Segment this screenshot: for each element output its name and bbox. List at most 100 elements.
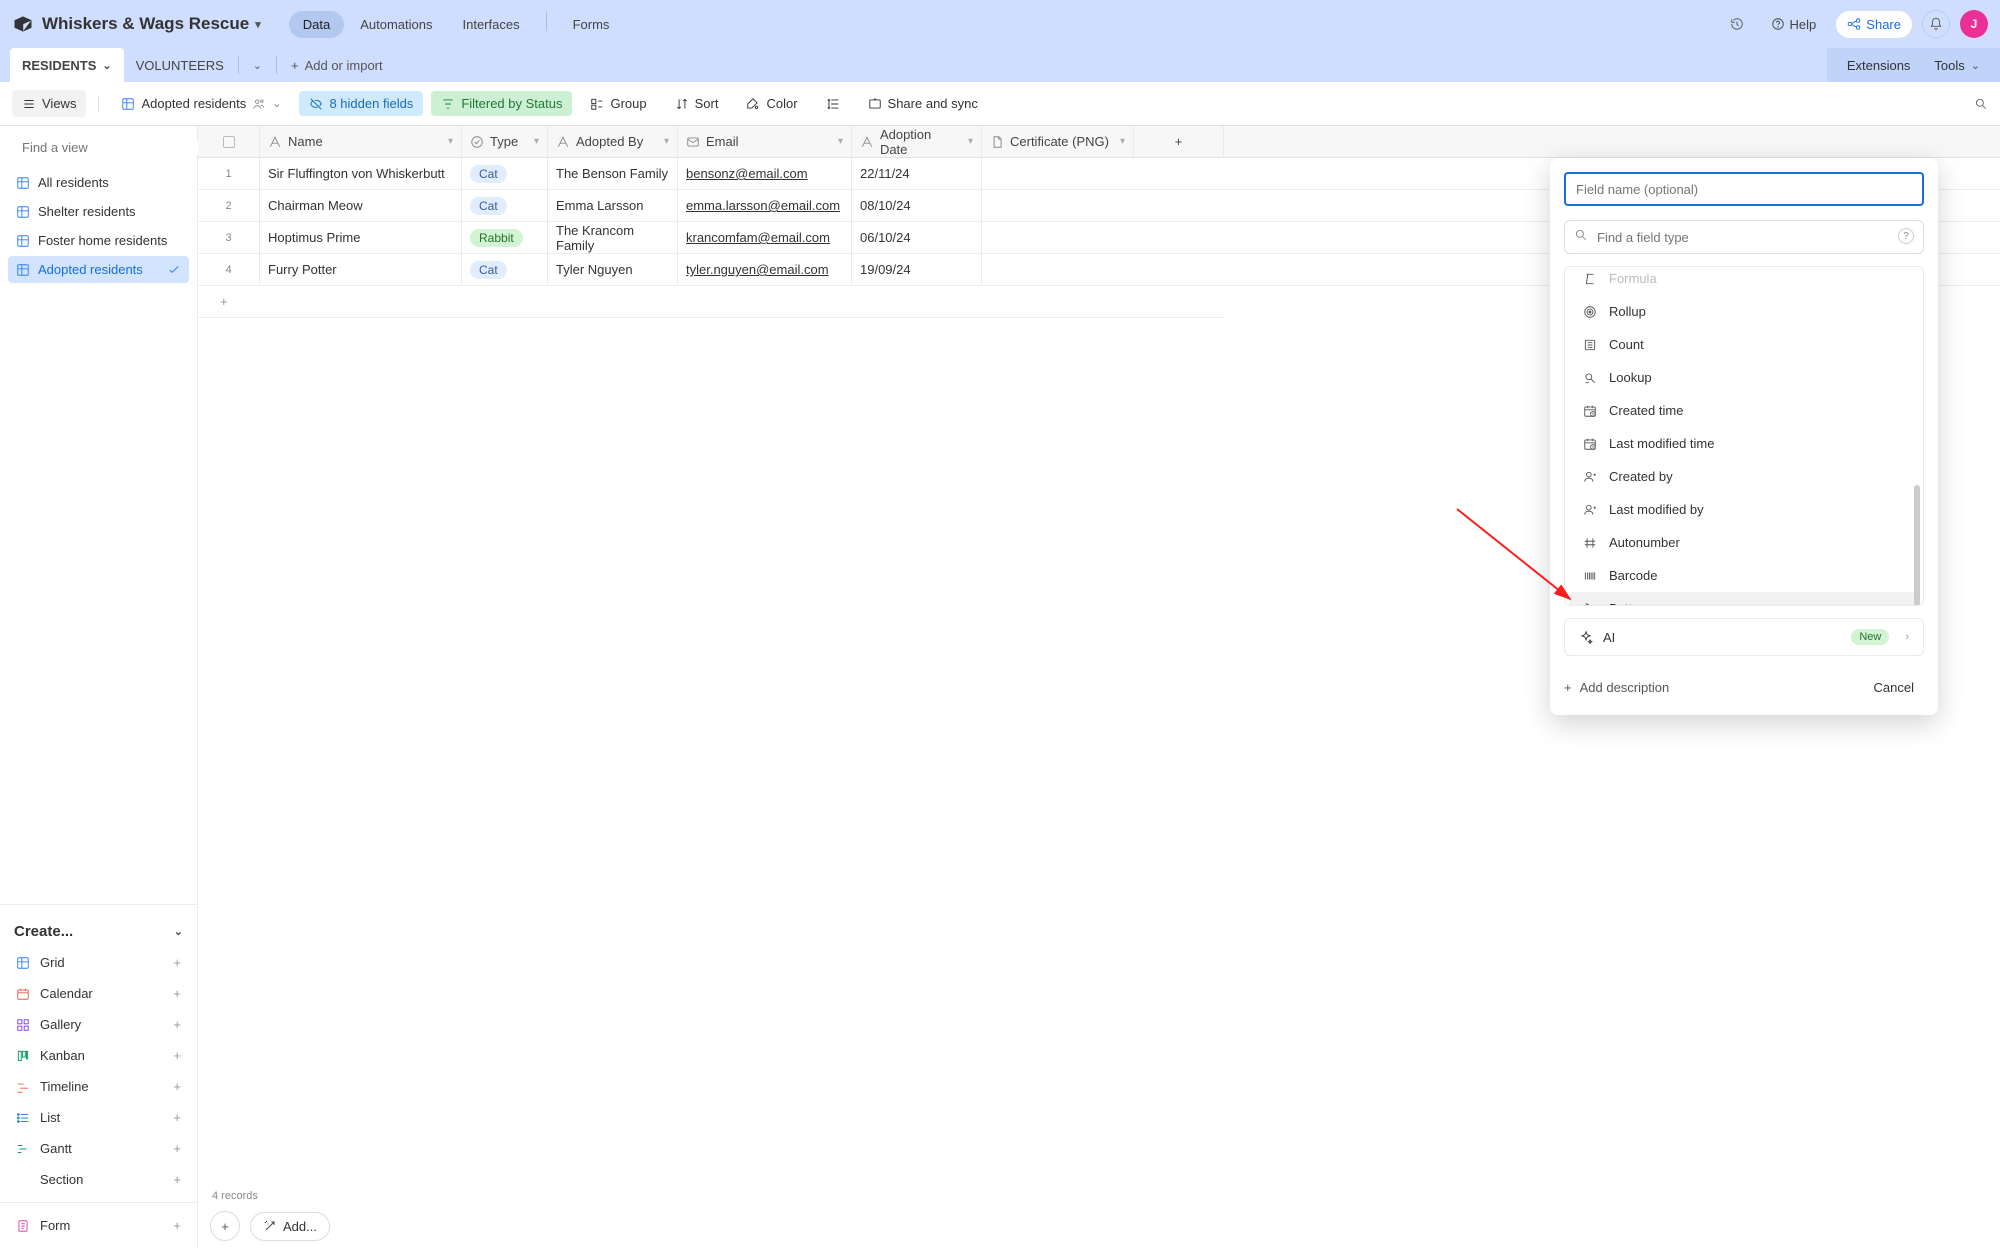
col-email[interactable]: Email▾ [678, 126, 852, 157]
add-description-button[interactable]: + Add description [1564, 680, 1669, 695]
cell-name[interactable]: Furry Potter [260, 254, 462, 285]
cell-date[interactable]: 08/10/24 [852, 190, 982, 221]
field-type-search[interactable] [1564, 220, 1924, 254]
cell-date[interactable]: 06/10/24 [852, 222, 982, 253]
tab-forms[interactable]: Forms [559, 11, 624, 38]
cell-name[interactable]: Hoptimus Prime [260, 222, 462, 253]
cell-email[interactable]: krancomfam@email.com [678, 222, 852, 253]
field-type-autonumber[interactable]: Autonumber [1569, 526, 1919, 559]
share-button[interactable]: Share [1836, 11, 1912, 38]
scrollbar-thumb[interactable] [1914, 485, 1920, 606]
field-type-last-modified-by[interactable]: Last modified by [1569, 493, 1919, 526]
filter-button[interactable]: Filtered by Status [431, 91, 572, 116]
cell-type[interactable]: Cat [462, 190, 548, 221]
tab-automations[interactable]: Automations [346, 11, 446, 38]
footer-add-button[interactable]: Add... [250, 1212, 330, 1241]
create-gallery[interactable]: Gallery+ [8, 1010, 189, 1039]
find-view-input[interactable] [22, 140, 198, 155]
view-switcher[interactable]: Adopted residents ⌄ [111, 91, 291, 116]
view-all-residents[interactable]: All residents [8, 169, 189, 196]
col-adopted-by[interactable]: Adopted By▾ [548, 126, 678, 157]
cell-name[interactable]: Chairman Meow [260, 190, 462, 221]
cell-name[interactable]: Sir Fluffington von Whiskerbutt [260, 158, 462, 189]
chevron-down-icon[interactable]: ▾ [664, 136, 669, 147]
chevron-down-icon[interactable]: ▾ [1120, 136, 1125, 147]
add-column-button[interactable]: + [1134, 126, 1224, 157]
create-grid[interactable]: Grid+ [8, 948, 189, 977]
view-adopted-residents[interactable]: Adopted residents [8, 256, 189, 283]
table-tab-dropdown[interactable]: ⌄ [241, 48, 274, 82]
help-icon[interactable]: ? [1898, 228, 1914, 244]
chevron-down-icon[interactable]: ▾ [838, 136, 843, 147]
add-table-button[interactable]: + Add or import [279, 58, 395, 73]
create-header[interactable]: Create... ⌄ [8, 915, 189, 948]
table-tab-residents[interactable]: RESIDENTS ⌄ [10, 48, 124, 82]
field-type-button[interactable]: Button [1569, 592, 1919, 605]
create-list[interactable]: List+ [8, 1103, 189, 1132]
sort-button[interactable]: Sort [665, 91, 729, 116]
cell-type[interactable]: Cat [462, 158, 548, 189]
avatar[interactable]: J [1960, 10, 1988, 38]
chevron-down-icon[interactable]: ▾ [968, 136, 973, 147]
field-type-count[interactable]: Count [1569, 328, 1919, 361]
cell-adopted-by[interactable]: The Krancom Family [548, 222, 678, 253]
email-link[interactable]: krancomfam@email.com [686, 230, 830, 245]
cell-email[interactable]: bensonz@email.com [678, 158, 852, 189]
row-height-button[interactable] [816, 92, 850, 116]
field-type-formula[interactable]: Formula [1569, 269, 1919, 295]
chevron-down-icon[interactable]: ▾ [534, 136, 539, 147]
add-record-button[interactable]: + [210, 1211, 240, 1241]
field-type-rollup[interactable]: Rollup [1569, 295, 1919, 328]
group-button[interactable]: Group [580, 91, 656, 116]
views-button[interactable]: Views [12, 90, 86, 117]
select-all-cell[interactable] [198, 126, 260, 157]
cell-date[interactable]: 22/11/24 [852, 158, 982, 189]
email-link[interactable]: bensonz@email.com [686, 166, 808, 181]
cell-email[interactable]: tyler.nguyen@email.com [678, 254, 852, 285]
view-foster-residents[interactable]: Foster home residents [8, 227, 189, 254]
field-type-created-time[interactable]: Created time [1569, 394, 1919, 427]
view-shelter-residents[interactable]: Shelter residents [8, 198, 189, 225]
hidden-fields-button[interactable]: 8 hidden fields [299, 91, 423, 116]
col-adoption-date[interactable]: Adoption Date▾ [852, 126, 982, 157]
field-type-lookup[interactable]: Lookup [1569, 361, 1919, 394]
checkbox[interactable] [223, 136, 235, 148]
chevron-down-icon[interactable]: ▾ [448, 136, 453, 147]
table-tab-volunteers[interactable]: VOLUNTEERS [124, 48, 236, 82]
tab-interfaces[interactable]: Interfaces [449, 11, 534, 38]
search-icon[interactable] [1974, 97, 1988, 111]
add-row-button[interactable]: + [198, 286, 1224, 318]
cell-adopted-by[interactable]: Tyler Nguyen [548, 254, 678, 285]
help-button[interactable]: Help [1761, 12, 1827, 37]
col-name[interactable]: Name▾ [260, 126, 462, 157]
field-name-input[interactable] [1564, 172, 1924, 206]
create-gantt[interactable]: Gantt+ [8, 1134, 189, 1163]
cell-type[interactable]: Cat [462, 254, 548, 285]
history-icon[interactable] [1723, 10, 1751, 38]
cancel-button[interactable]: Cancel [1864, 674, 1924, 701]
cell-type[interactable]: Rabbit [462, 222, 548, 253]
field-type-created-by[interactable]: Created by [1569, 460, 1919, 493]
email-link[interactable]: emma.larsson@email.com [686, 198, 840, 213]
col-certificate[interactable]: Certificate (PNG)▾ [982, 126, 1134, 157]
create-kanban[interactable]: Kanban+ [8, 1041, 189, 1070]
create-form[interactable]: Form+ [8, 1211, 189, 1240]
cell-email[interactable]: emma.larsson@email.com [678, 190, 852, 221]
col-type[interactable]: Type▾ [462, 126, 548, 157]
color-button[interactable]: Color [736, 91, 807, 116]
base-name[interactable]: Whiskers & Wags Rescue ▾ [42, 14, 261, 34]
field-type-last-modified-time[interactable]: Last modified time [1569, 427, 1919, 460]
create-section[interactable]: Section+ [8, 1165, 189, 1194]
tools-button[interactable]: Tools ⌄ [1922, 48, 1992, 82]
field-type-barcode[interactable]: Barcode [1569, 559, 1919, 592]
email-link[interactable]: tyler.nguyen@email.com [686, 262, 829, 277]
cell-adopted-by[interactable]: The Benson Family [548, 158, 678, 189]
share-sync-button[interactable]: Share and sync [858, 91, 988, 116]
create-calendar[interactable]: Calendar+ [8, 979, 189, 1008]
extensions-button[interactable]: Extensions [1835, 48, 1923, 82]
create-timeline[interactable]: Timeline+ [8, 1072, 189, 1101]
notifications-icon[interactable] [1922, 10, 1950, 38]
field-type-ai[interactable]: AI New › [1564, 618, 1924, 656]
cell-adopted-by[interactable]: Emma Larsson [548, 190, 678, 221]
cell-date[interactable]: 19/09/24 [852, 254, 982, 285]
